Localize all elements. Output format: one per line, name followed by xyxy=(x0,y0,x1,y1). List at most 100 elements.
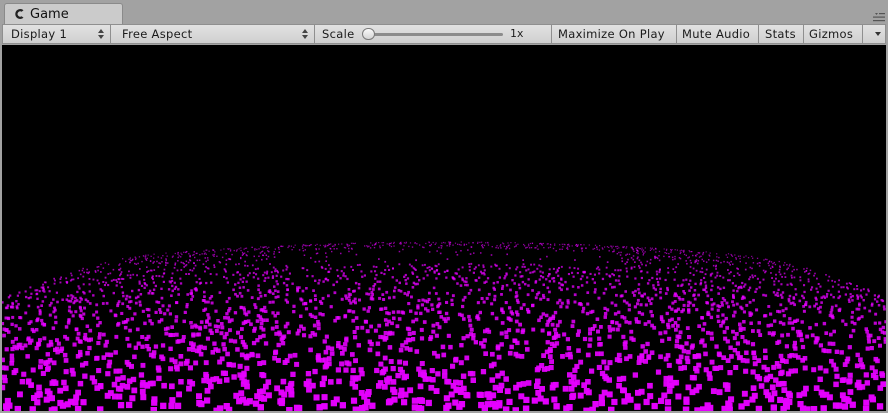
particle xyxy=(505,246,508,248)
particle xyxy=(519,354,525,359)
particle xyxy=(800,344,806,350)
display-dropdown[interactable]: Display 1 xyxy=(3,25,111,43)
particle xyxy=(387,345,393,350)
particle xyxy=(657,283,660,286)
particle xyxy=(776,291,779,295)
particle xyxy=(86,268,88,271)
particle xyxy=(220,249,222,251)
particle xyxy=(503,376,509,382)
particle xyxy=(195,332,200,337)
particle xyxy=(585,281,589,284)
particle xyxy=(375,242,377,244)
particle xyxy=(794,288,797,291)
particle xyxy=(547,275,550,278)
particle xyxy=(155,300,159,304)
particle xyxy=(426,266,429,269)
particle xyxy=(603,306,607,310)
aspect-dropdown[interactable]: Free Aspect xyxy=(111,25,315,43)
particle xyxy=(553,327,558,332)
particle xyxy=(724,316,728,321)
scale-slider-handle[interactable] xyxy=(362,28,375,40)
particle xyxy=(348,244,351,247)
particle xyxy=(501,284,505,288)
particle xyxy=(527,268,530,271)
particle xyxy=(539,258,542,260)
particle xyxy=(120,273,122,275)
mute-audio-button[interactable]: Mute Audio xyxy=(677,25,759,43)
particle xyxy=(442,241,445,244)
particle xyxy=(253,303,257,307)
particle xyxy=(179,282,183,285)
particle xyxy=(97,266,100,268)
particle xyxy=(568,385,575,392)
particle xyxy=(872,339,877,344)
particle xyxy=(677,317,681,321)
stats-button[interactable]: Stats xyxy=(759,25,804,43)
particle xyxy=(169,397,176,404)
scale-slider-track[interactable] xyxy=(368,33,503,36)
particle xyxy=(542,398,549,405)
particle xyxy=(138,280,141,283)
particle xyxy=(622,341,627,347)
particle xyxy=(520,330,525,335)
particle xyxy=(321,296,325,300)
particle xyxy=(529,242,531,245)
particle xyxy=(372,285,375,288)
particle xyxy=(414,349,420,354)
particle xyxy=(411,286,415,289)
particle xyxy=(801,390,808,397)
particle xyxy=(703,407,711,411)
particle xyxy=(809,269,812,272)
particle xyxy=(492,384,499,391)
particle xyxy=(403,360,408,366)
particle xyxy=(369,247,372,249)
game-viewport[interactable] xyxy=(2,45,886,411)
particle xyxy=(658,255,660,257)
gizmos-dropdown[interactable] xyxy=(863,25,885,43)
particle xyxy=(276,342,281,348)
particle xyxy=(616,352,622,358)
tab-game[interactable]: Game xyxy=(4,3,123,25)
particle xyxy=(27,304,31,308)
particle xyxy=(227,309,231,313)
particle xyxy=(581,310,585,314)
gizmos-button[interactable]: Gizmos xyxy=(804,25,863,43)
particle xyxy=(780,333,785,338)
particle xyxy=(158,262,160,264)
particle xyxy=(373,246,376,249)
particle xyxy=(233,392,240,399)
particle xyxy=(786,332,790,337)
particle xyxy=(163,312,167,316)
particle xyxy=(70,272,72,275)
particle xyxy=(719,287,722,291)
particle xyxy=(748,300,752,304)
particle xyxy=(71,295,75,298)
particle xyxy=(654,293,658,297)
particle xyxy=(40,304,43,307)
particle xyxy=(515,340,520,346)
particle xyxy=(242,308,246,312)
particle xyxy=(768,261,770,263)
display-label: Display 1 xyxy=(11,27,68,41)
particle xyxy=(482,264,485,267)
particle xyxy=(692,294,695,297)
particle xyxy=(82,283,85,286)
particle xyxy=(96,316,100,320)
particle xyxy=(267,255,270,258)
particle xyxy=(781,309,785,313)
particle xyxy=(391,396,398,403)
maximize-on-play-button[interactable]: Maximize On Play xyxy=(552,25,677,43)
particle xyxy=(362,307,366,311)
particle xyxy=(161,261,163,263)
particle xyxy=(316,252,319,254)
particle xyxy=(177,260,179,262)
particle xyxy=(526,293,530,297)
particle xyxy=(773,283,776,286)
particle xyxy=(166,308,170,312)
particle xyxy=(560,288,563,292)
particle xyxy=(190,289,193,292)
particle xyxy=(253,255,255,258)
particle xyxy=(616,253,618,255)
panel-menu-icon[interactable] xyxy=(873,12,885,22)
particle xyxy=(261,333,266,338)
